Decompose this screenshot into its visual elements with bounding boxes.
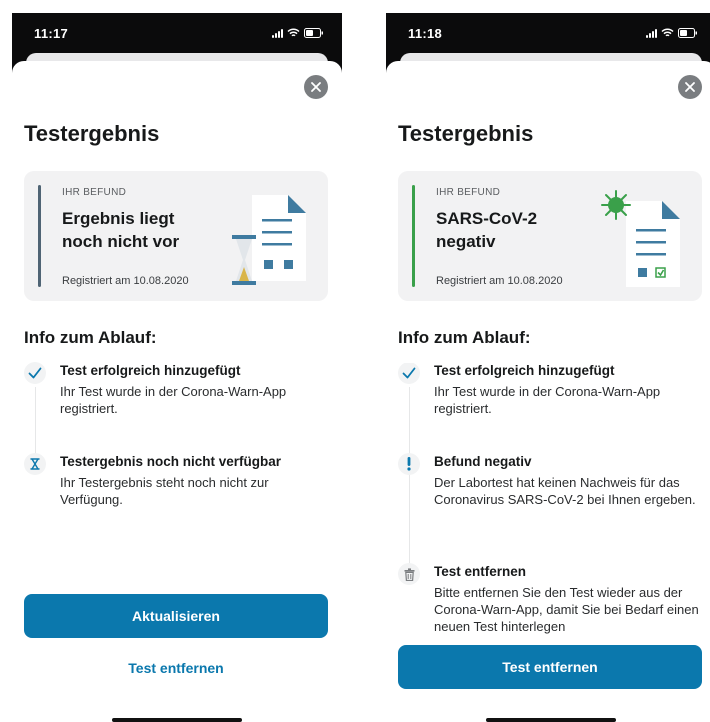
- status-icons: [646, 28, 698, 38]
- phone-screen-pending: 11:17 Testergebnis IHR BEFUND Ergebnis l…: [12, 13, 342, 722]
- step-title: Befund negativ: [434, 454, 532, 469]
- step-text: Ihr Testergebnis steht noch nicht zur Ve…: [60, 475, 269, 507]
- battery-icon: [678, 28, 697, 38]
- close-icon: [685, 82, 695, 92]
- registration-date: Registriert am 10.08.2020: [436, 275, 563, 287]
- status-time: 11:18: [408, 25, 443, 41]
- registration-date: Registriert am 10.08.2020: [62, 275, 189, 287]
- wifi-icon: [661, 28, 674, 37]
- negative-document-illustration: [601, 190, 680, 287]
- status-icons: [272, 28, 324, 38]
- step-title: Test erfolgreich hinzugefügt: [60, 363, 241, 378]
- process-section-title: Info zum Ablauf:: [398, 328, 531, 347]
- result-status: Ergebnis liegt noch nicht vor: [62, 209, 180, 251]
- step-title: Test entfernen: [434, 564, 527, 579]
- result-card: IHR BEFUND SARS-CoV-2 negativ Registrier…: [398, 171, 702, 301]
- step-text: Bitte entfernen Sie den Test wieder aus …: [434, 585, 699, 634]
- close-button[interactable]: [304, 75, 328, 99]
- result-sheet: Testergebnis IHR BEFUND Ergebnis liegt n…: [12, 61, 342, 722]
- timeline-line: [409, 387, 410, 577]
- result-kicker: IHR BEFUND: [436, 187, 501, 198]
- result-accent-bar: [38, 185, 41, 287]
- checkmark-icon: [398, 363, 420, 384]
- step-title: Testergebnis noch nicht verfügbar: [60, 454, 282, 469]
- close-button[interactable]: [678, 75, 702, 99]
- virus-icon: [601, 190, 631, 220]
- remove-test-button[interactable]: Test entfernen: [398, 645, 702, 689]
- status-bar: 11:17: [12, 13, 342, 53]
- step-text: Der Labortest hat keinen Nachweis für da…: [434, 475, 696, 507]
- signal-icon: [646, 28, 657, 38]
- status-time: 11:17: [34, 25, 69, 41]
- result-sheet: Testergebnis IHR BEFUND SARS-CoV-2 negat…: [386, 61, 710, 722]
- signal-icon: [272, 28, 283, 38]
- checkmark-icon: [24, 362, 46, 384]
- close-icon: [311, 82, 321, 92]
- steps-scroll-area[interactable]: Test erfolgreich hinzugefügt Ihr Test wu…: [386, 363, 710, 653]
- result-status: SARS-CoV-2 negativ: [436, 209, 538, 251]
- home-indicator: [112, 718, 242, 722]
- exclamation-icon: [398, 453, 420, 475]
- trash-icon: [398, 563, 420, 585]
- result-card: IHR BEFUND Ergebnis liegt noch nicht vor…: [24, 171, 328, 301]
- hourglass-icon: [24, 453, 46, 475]
- home-indicator: [486, 718, 616, 722]
- wifi-icon: [287, 28, 300, 37]
- process-section-title: Info zum Ablauf:: [24, 328, 157, 347]
- step-text: Ihr Test wurde in der Corona-Warn-App re…: [434, 384, 661, 416]
- status-bar: 11:18: [386, 13, 710, 53]
- battery-icon: [304, 28, 323, 38]
- result-accent-bar: [412, 185, 415, 287]
- page-title: Testergebnis: [398, 121, 534, 146]
- remove-test-link[interactable]: Test entfernen: [24, 660, 328, 676]
- step-title: Test erfolgreich hinzugefügt: [434, 363, 615, 378]
- step-text: Ihr Test wurde in der Corona-Warn-App re…: [60, 384, 287, 416]
- pending-document-illustration: [232, 195, 306, 285]
- result-kicker: IHR BEFUND: [62, 187, 127, 198]
- refresh-button[interactable]: Aktualisieren: [24, 594, 328, 638]
- page-title: Testergebnis: [24, 121, 160, 146]
- phone-screen-negative: 11:18 Testergebnis IHR BEFUND SARS-CoV-2…: [386, 13, 710, 722]
